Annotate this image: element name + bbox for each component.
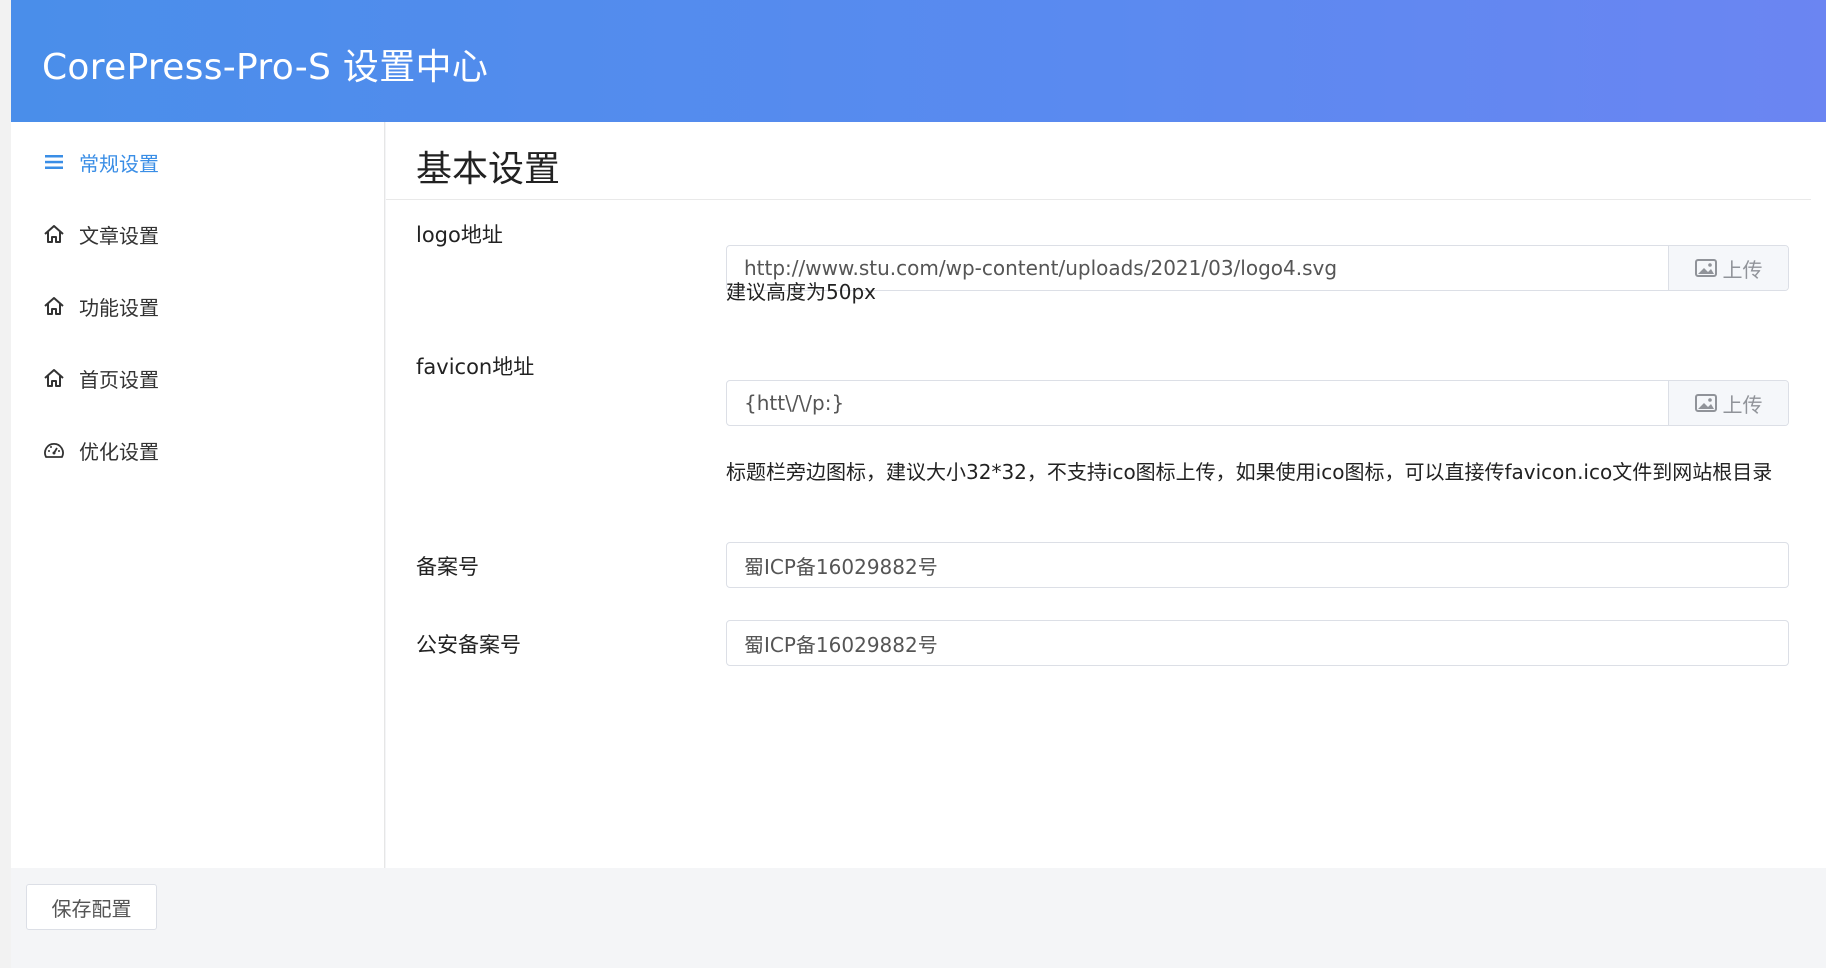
sidebar-item-homepage[interactable]: 首页设置	[41, 358, 159, 398]
favicon-label: favicon地址	[416, 355, 535, 379]
police-field	[726, 620, 1789, 666]
favicon-hint: 标题栏旁边图标，建议大小32*32，不支持ico图标上传，如果使用ico图标，可…	[726, 460, 1773, 484]
icp-input[interactable]	[727, 543, 1788, 587]
logo-field: 上传	[726, 245, 1789, 291]
favicon-upload-button[interactable]: 上传	[1668, 381, 1788, 425]
sidebar-item-label: 优化设置	[79, 439, 159, 464]
main-panel: 基本设置 logo地址 上传 建议高度为50px favicon地址 上传	[386, 122, 1826, 868]
page-title: 基本设置	[416, 149, 561, 190]
sidebar-item-label: 常规设置	[79, 151, 159, 176]
sidebar-item-label: 首页设置	[79, 367, 159, 392]
sidebar-item-label: 文章设置	[79, 223, 159, 248]
icp-field	[726, 542, 1789, 588]
icp-label: 备案号	[416, 555, 479, 579]
sidebar-item-general[interactable]: 常规设置	[41, 142, 159, 182]
sidebar-item-feature[interactable]: 功能设置	[41, 286, 159, 326]
menu-icon	[41, 149, 67, 175]
sidebar-item-optimize[interactable]: 优化设置	[41, 430, 159, 470]
logo-hint: 建议高度为50px	[726, 280, 876, 304]
logo-label: logo地址	[416, 223, 503, 247]
settings-window: CorePress-Pro-S 设置中心 常规设置 文章设置 功能设置 首页设置	[11, 0, 1826, 968]
dashboard-icon	[41, 437, 67, 463]
police-record-input[interactable]	[727, 621, 1788, 665]
app-title: CorePress-Pro-S 设置中心	[42, 47, 489, 88]
image-icon	[1694, 259, 1717, 277]
sidebar-item-article[interactable]: 文章设置	[41, 214, 159, 254]
upload-label: 上传	[1722, 392, 1763, 417]
police-label: 公安备案号	[416, 633, 521, 657]
home-icon	[41, 293, 67, 319]
header-bar: CorePress-Pro-S 设置中心	[11, 0, 1826, 122]
favicon-field: 上传	[726, 380, 1789, 426]
home-icon	[41, 221, 67, 247]
upload-label: 上传	[1722, 257, 1763, 282]
title-divider	[386, 199, 1811, 200]
home-icon	[41, 365, 67, 391]
logo-upload-button[interactable]: 上传	[1668, 246, 1788, 290]
sidebar: 常规设置 文章设置 功能设置 首页设置 优化设置	[11, 122, 385, 868]
save-config-button[interactable]: 保存配置	[26, 884, 157, 930]
image-icon	[1694, 394, 1717, 412]
favicon-url-input[interactable]	[727, 381, 1668, 425]
sidebar-item-label: 功能设置	[79, 295, 159, 320]
footer-bar: 保存配置	[11, 868, 1826, 946]
